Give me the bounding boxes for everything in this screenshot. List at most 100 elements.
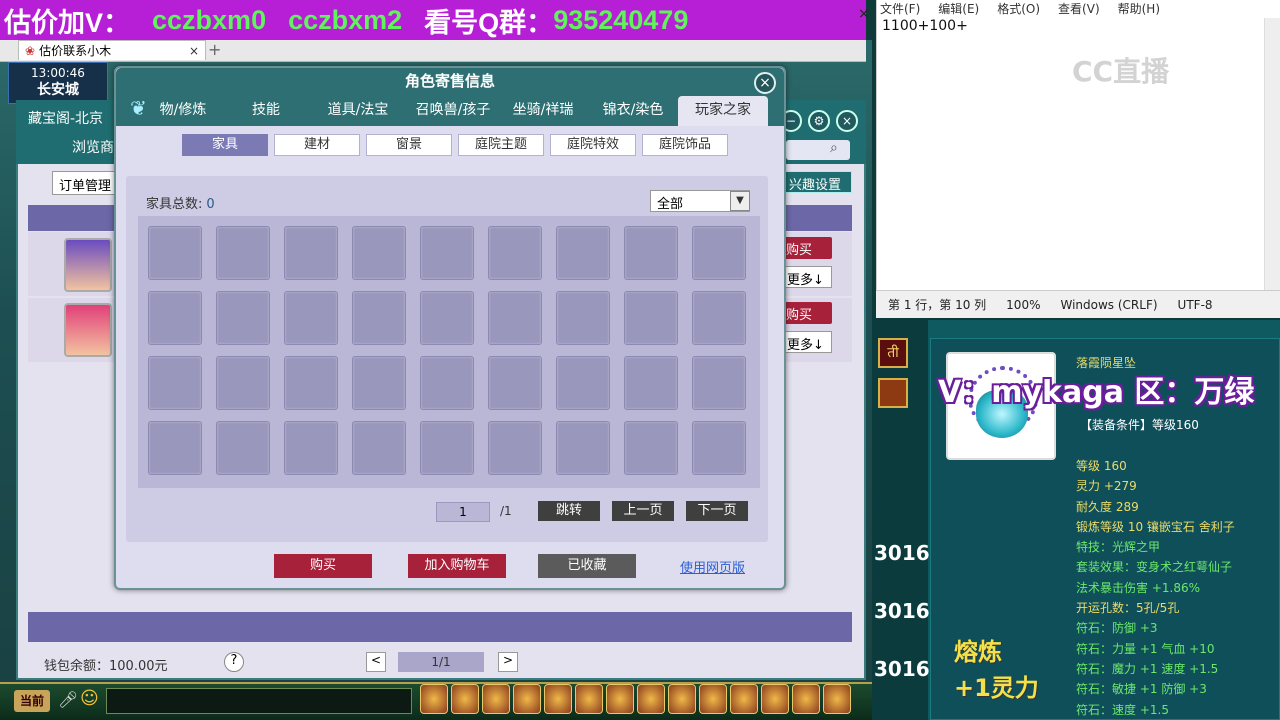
toolbar-icon[interactable] bbox=[730, 684, 758, 714]
row-buy-button[interactable]: 购买 bbox=[782, 237, 832, 259]
subtab-yard-effect[interactable]: 庭院特效 bbox=[550, 134, 636, 156]
row-more-button[interactable]: 更多↓ bbox=[782, 266, 832, 288]
cbg-next-page-button[interactable]: > bbox=[498, 652, 518, 672]
furniture-slot[interactable] bbox=[216, 356, 270, 410]
favorited-button[interactable]: 已收藏 bbox=[538, 554, 636, 578]
furniture-slot[interactable] bbox=[216, 291, 270, 345]
row-buy-button[interactable]: 购买 bbox=[782, 302, 832, 324]
tab-close-icon[interactable]: × bbox=[189, 44, 199, 58]
furniture-slot[interactable] bbox=[488, 421, 542, 475]
toolbar-icon[interactable] bbox=[668, 684, 696, 714]
furniture-slot[interactable] bbox=[556, 356, 610, 410]
tab-mounts[interactable]: 坐骑/祥瑞 bbox=[498, 96, 588, 126]
furniture-slot[interactable] bbox=[148, 421, 202, 475]
furniture-slot[interactable] bbox=[624, 356, 678, 410]
subtab-yard-theme[interactable]: 庭院主题 bbox=[458, 134, 544, 156]
tab-player-home[interactable]: 玩家之家 bbox=[678, 96, 768, 126]
furniture-slot[interactable] bbox=[624, 291, 678, 345]
furniture-slot[interactable] bbox=[284, 226, 338, 280]
subtab-furniture[interactable]: 家具 bbox=[182, 134, 268, 156]
furniture-slot[interactable] bbox=[352, 226, 406, 280]
banner-close-icon[interactable]: × bbox=[858, 6, 870, 22]
next-page-button[interactable]: 下一页 bbox=[686, 501, 748, 521]
search-icon[interactable]: ⌕ bbox=[830, 140, 838, 156]
help-icon[interactable]: ? bbox=[224, 652, 244, 672]
toolbar-icon[interactable] bbox=[823, 684, 851, 714]
chat-input[interactable] bbox=[106, 688, 412, 714]
furniture-slot[interactable] bbox=[692, 226, 746, 280]
furniture-slot[interactable] bbox=[488, 356, 542, 410]
close-icon[interactable]: × bbox=[836, 110, 858, 132]
furniture-slot[interactable] bbox=[284, 356, 338, 410]
toolbar-icon[interactable] bbox=[451, 684, 479, 714]
subtab-window-view[interactable]: 窗景 bbox=[366, 134, 452, 156]
side-skill-button[interactable] bbox=[878, 378, 908, 408]
toolbar-icon[interactable] bbox=[513, 684, 541, 714]
chevron-down-icon[interactable]: ▼ bbox=[730, 191, 750, 211]
furniture-slot[interactable] bbox=[420, 226, 474, 280]
furniture-slot[interactable] bbox=[420, 356, 474, 410]
furniture-slot[interactable] bbox=[284, 291, 338, 345]
tab-costumes[interactable]: 锦衣/染色 bbox=[588, 96, 678, 126]
add-to-cart-button[interactable]: 加入购物车 bbox=[408, 554, 506, 578]
toolbar-icon[interactable] bbox=[792, 684, 820, 714]
furniture-slot[interactable] bbox=[352, 291, 406, 345]
furniture-slot[interactable] bbox=[352, 421, 406, 475]
use-web-version-link[interactable]: 使用网页版 bbox=[680, 557, 745, 576]
subtab-materials[interactable]: 建材 bbox=[274, 134, 360, 156]
toolbar-icon[interactable] bbox=[761, 684, 789, 714]
furniture-slot[interactable] bbox=[488, 226, 542, 280]
furniture-slot[interactable] bbox=[284, 421, 338, 475]
furniture-slot[interactable] bbox=[556, 291, 610, 345]
furniture-slot[interactable] bbox=[420, 291, 474, 345]
browser-tab[interactable]: ❀ 估价联系小木 × bbox=[18, 40, 206, 60]
toolbar-icon[interactable] bbox=[637, 684, 665, 714]
furniture-slot[interactable] bbox=[692, 291, 746, 345]
modal-close-icon[interactable]: × bbox=[754, 72, 776, 94]
microphone-icon[interactable]: 🎤︎ bbox=[58, 690, 78, 709]
cbg-search-input[interactable] bbox=[786, 140, 850, 160]
jump-button[interactable]: 跳转 bbox=[538, 501, 600, 521]
page-number-input[interactable]: 1 bbox=[436, 502, 490, 522]
toolbar-icon[interactable] bbox=[699, 684, 727, 714]
menu-view[interactable]: 查看(V) bbox=[1058, 0, 1100, 17]
toolbar-icon[interactable] bbox=[606, 684, 634, 714]
new-tab-button[interactable]: + bbox=[208, 40, 221, 59]
buy-button[interactable]: 购买 bbox=[274, 554, 372, 578]
furniture-slot[interactable] bbox=[148, 356, 202, 410]
chat-channel-button[interactable]: 当前 bbox=[14, 690, 50, 712]
row-more-button[interactable]: 更多↓ bbox=[782, 331, 832, 353]
furniture-slot[interactable] bbox=[556, 421, 610, 475]
notepad-scrollbar[interactable] bbox=[1264, 18, 1280, 290]
furniture-slot[interactable] bbox=[148, 226, 202, 280]
cbg-prev-page-button[interactable]: < bbox=[366, 652, 386, 672]
furniture-slot[interactable] bbox=[692, 421, 746, 475]
notepad-text-area[interactable]: 1100+100+ bbox=[882, 18, 968, 34]
tab-cultivation[interactable]: 物/修炼 bbox=[128, 96, 224, 126]
menu-edit[interactable]: 编辑(E) bbox=[938, 0, 979, 17]
emoji-icon[interactable]: ☺ bbox=[80, 688, 99, 709]
menu-file[interactable]: 文件(F) bbox=[880, 0, 920, 17]
furniture-slot[interactable] bbox=[216, 226, 270, 280]
furniture-slot[interactable] bbox=[420, 421, 474, 475]
furniture-slot[interactable] bbox=[216, 421, 270, 475]
toolbar-icon[interactable] bbox=[420, 684, 448, 714]
settings-icon[interactable]: ⚙ bbox=[808, 110, 830, 132]
prev-page-button[interactable]: 上一页 bbox=[612, 501, 674, 521]
furniture-slot[interactable] bbox=[556, 226, 610, 280]
furniture-slot[interactable] bbox=[624, 226, 678, 280]
side-skill-button[interactable]: ती bbox=[878, 338, 908, 368]
tab-items[interactable]: 道具/法宝 bbox=[308, 96, 408, 126]
tab-skills[interactable]: 技能 bbox=[224, 96, 308, 126]
subtab-yard-decor[interactable]: 庭院饰品 bbox=[642, 134, 728, 156]
order-manage-button[interactable]: 订单管理 bbox=[52, 171, 122, 195]
toolbar-icon[interactable] bbox=[544, 684, 572, 714]
cbg-browse-tab[interactable]: 浏览商 bbox=[72, 137, 114, 157]
menu-help[interactable]: 帮助(H) bbox=[1118, 0, 1160, 17]
furniture-slot[interactable] bbox=[624, 421, 678, 475]
furniture-slot[interactable] bbox=[352, 356, 406, 410]
toolbar-icon[interactable] bbox=[482, 684, 510, 714]
menu-format[interactable]: 格式(O) bbox=[997, 0, 1040, 17]
toolbar-icon[interactable] bbox=[575, 684, 603, 714]
tab-pets[interactable]: 召唤兽/孩子 bbox=[408, 96, 498, 126]
